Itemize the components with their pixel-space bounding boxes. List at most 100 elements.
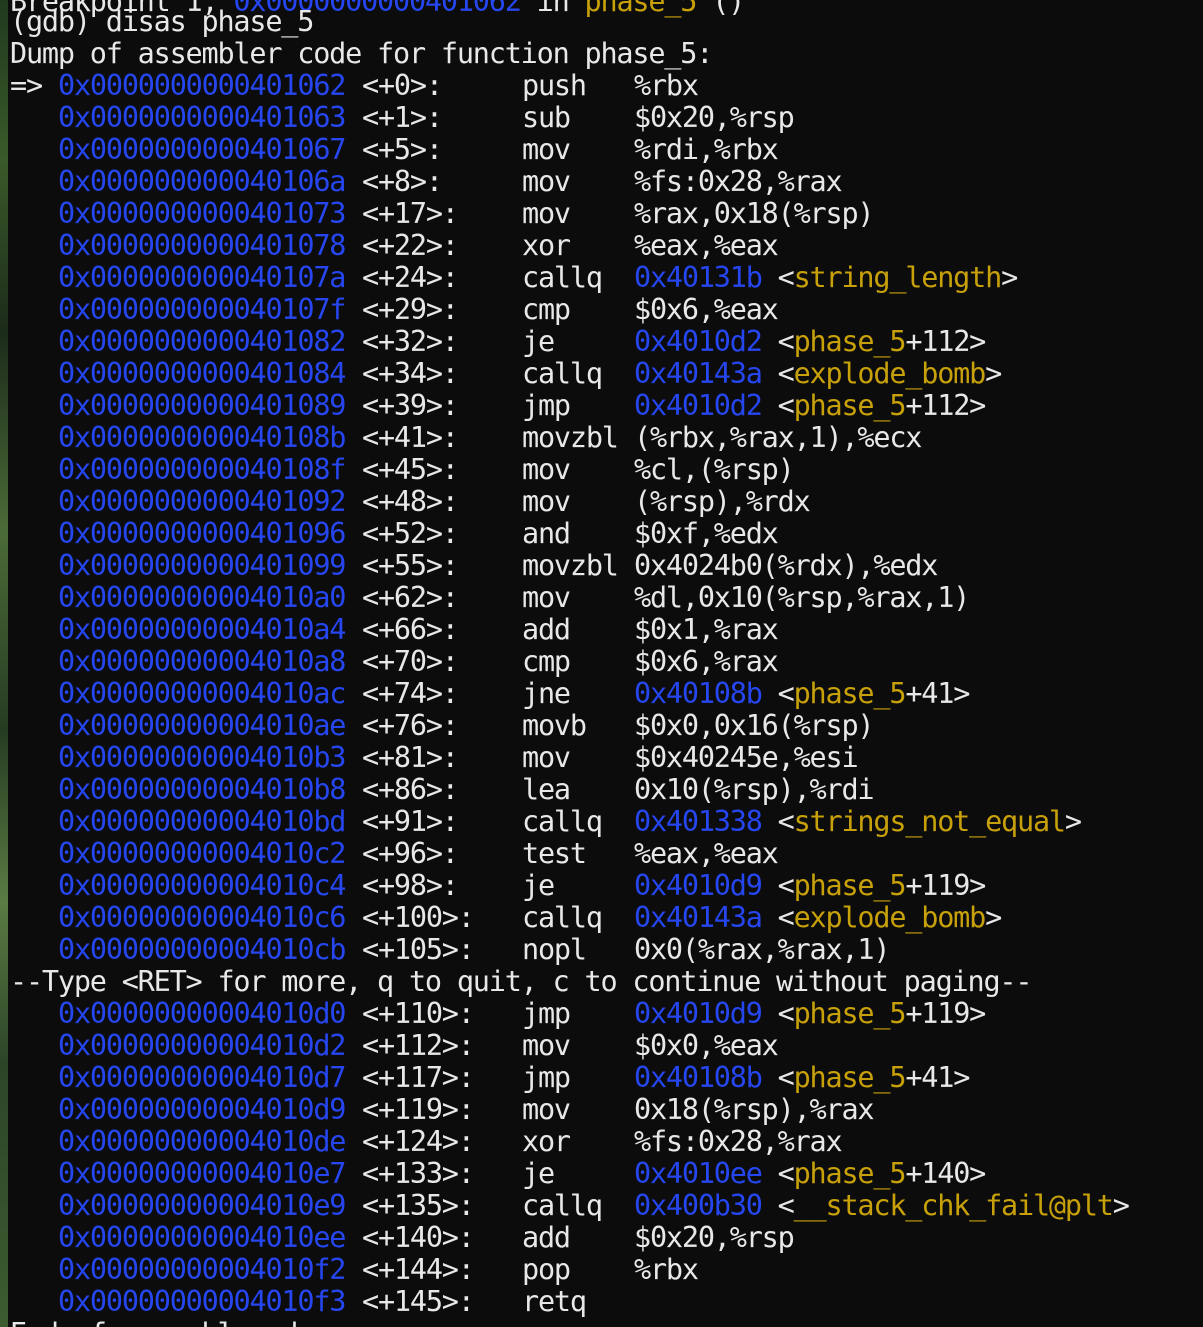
instruction-operand: 0x4010d2 <phase_5+112> bbox=[634, 389, 986, 422]
jump-target-symbol: phase_5 bbox=[793, 869, 907, 902]
instruction-address: 0x000000000040107f bbox=[58, 293, 346, 326]
instruction-mnemonic: mov bbox=[522, 197, 571, 230]
instruction-address: 0x0000000000401096 bbox=[58, 517, 346, 550]
instruction-address: 0x00000000004010d9 bbox=[58, 1093, 346, 1126]
instruction-mnemonic: callq bbox=[522, 805, 603, 838]
jump-target-address: 0x40143a bbox=[634, 357, 763, 390]
instruction-offset: <+32>: bbox=[362, 325, 459, 358]
instruction-mnemonic: cmp bbox=[522, 645, 571, 678]
instruction-mnemonic: mov bbox=[522, 1029, 571, 1062]
instruction-offset: <+1>: bbox=[362, 101, 443, 134]
instruction-address: 0x0000000000401073 bbox=[58, 197, 346, 230]
instruction-offset: <+17>: bbox=[362, 197, 459, 230]
instruction-address: 0x00000000004010bd bbox=[58, 805, 346, 838]
instruction-operand: $0x20,%rsp bbox=[634, 101, 795, 134]
instruction-mnemonic: callq bbox=[522, 1189, 603, 1222]
desktop-background-strip bbox=[0, 0, 8, 1327]
instruction-operand: 0x0(%rax,%rax,1) bbox=[634, 933, 891, 966]
instruction-address: 0x00000000004010c6 bbox=[58, 901, 346, 934]
instruction-offset: <+105>: bbox=[362, 933, 475, 966]
instruction-address: 0x0000000000401063 bbox=[58, 101, 346, 134]
instruction-address: 0x00000000004010b3 bbox=[58, 741, 346, 774]
instruction-mnemonic: xor bbox=[522, 229, 571, 262]
instruction-offset: <+119>: bbox=[362, 1093, 475, 1126]
instruction-operand: 0x10(%rsp),%rdi bbox=[634, 773, 875, 806]
instruction-address: 0x00000000004010ee bbox=[58, 1221, 346, 1254]
instruction-mnemonic: pop bbox=[522, 1253, 571, 1286]
instruction-mnemonic: add bbox=[522, 613, 571, 646]
instruction-mnemonic: jmp bbox=[522, 997, 571, 1030]
instruction-mnemonic: je bbox=[522, 869, 555, 902]
instruction-mnemonic: mov bbox=[522, 741, 571, 774]
terminal-window: Breakpoint 1, 0x0000000000401062 in phas… bbox=[0, 0, 1203, 1327]
instruction-offset: <+74>: bbox=[362, 677, 459, 710]
jump-target-offset: +140 bbox=[905, 1157, 970, 1190]
instruction-mnemonic: jmp bbox=[522, 389, 571, 422]
instruction-mnemonic: test bbox=[522, 837, 587, 870]
instruction-mnemonic: mov bbox=[522, 453, 571, 486]
instruction-address: 0x0000000000401078 bbox=[58, 229, 346, 262]
instruction-offset: <+55>: bbox=[362, 549, 459, 582]
instruction-mnemonic: callq bbox=[522, 901, 603, 934]
instruction-mnemonic: callq bbox=[522, 261, 603, 294]
instruction-address: 0x00000000004010f3 bbox=[58, 1285, 346, 1318]
instruction-offset: <+145>: bbox=[362, 1285, 475, 1318]
instruction-mnemonic: cmp bbox=[522, 293, 571, 326]
instruction-operand: 0x401338 <strings_not_equal> bbox=[634, 805, 1082, 838]
instruction-mnemonic: jne bbox=[522, 677, 571, 710]
instruction-offset: <+96>: bbox=[362, 837, 459, 870]
jump-target-address: 0x401338 bbox=[634, 805, 763, 838]
instruction-operand: $0x1,%rax bbox=[634, 613, 779, 646]
instruction-offset: <+76>: bbox=[362, 709, 459, 742]
instruction-offset: <+39>: bbox=[362, 389, 459, 422]
instruction-offset: <+110>: bbox=[362, 997, 475, 1030]
jump-target-address: 0x40108b bbox=[634, 1061, 763, 1094]
instruction-operand: %rdi,%rbx bbox=[634, 133, 779, 166]
instruction-offset: <+98>: bbox=[362, 869, 459, 902]
jump-target-symbol: phase_5 bbox=[793, 997, 907, 1030]
gdb-terminal-output[interactable]: Breakpoint 1, 0x0000000000401062 in phas… bbox=[10, 0, 1203, 1327]
breakpoint-function: phase_5 bbox=[584, 0, 698, 18]
instruction-operand: $0xf,%edx bbox=[634, 517, 779, 550]
instruction-operand: %eax,%eax bbox=[634, 229, 779, 262]
instruction-address: 0x000000000040108b bbox=[58, 421, 346, 454]
instruction-address: 0x00000000004010d2 bbox=[58, 1029, 346, 1062]
instruction-mnemonic: mov bbox=[522, 165, 571, 198]
instruction-mnemonic: retq bbox=[522, 1285, 587, 1318]
instruction-address: 0x00000000004010a0 bbox=[58, 581, 346, 614]
instruction-mnemonic: je bbox=[522, 325, 555, 358]
breakpoint-mid: in bbox=[520, 0, 585, 18]
instruction-operand: $0x6,%rax bbox=[634, 645, 779, 678]
instruction-operand: %fs:0x28,%rax bbox=[634, 165, 843, 198]
jump-target-symbol: phase_5 bbox=[793, 389, 907, 422]
instruction-offset: <+22>: bbox=[362, 229, 459, 262]
instruction-address: 0x000000000040106a bbox=[58, 165, 346, 198]
instruction-offset: <+133>: bbox=[362, 1157, 475, 1190]
instruction-mnemonic: lea bbox=[522, 773, 571, 806]
jump-target-address: 0x40143a bbox=[634, 901, 763, 934]
instruction-offset: <+29>: bbox=[362, 293, 459, 326]
instruction-address: 0x00000000004010d7 bbox=[58, 1061, 346, 1094]
instruction-mnemonic: je bbox=[522, 1157, 555, 1190]
jump-target-address: 0x4010d9 bbox=[634, 869, 763, 902]
instruction-offset: <+140>: bbox=[362, 1221, 475, 1254]
instruction-offset: <+135>: bbox=[362, 1189, 475, 1222]
jump-target-symbol: phase_5 bbox=[793, 677, 907, 710]
jump-target-address: 0x40108b bbox=[634, 677, 763, 710]
instruction-address: 0x00000000004010de bbox=[58, 1125, 346, 1158]
instruction-operand: %fs:0x28,%rax bbox=[634, 1125, 843, 1158]
instruction-address: 0x00000000004010cb bbox=[58, 933, 346, 966]
instruction-offset: <+34>: bbox=[362, 357, 459, 390]
instruction-address: 0x0000000000401067 bbox=[58, 133, 346, 166]
instruction-mnemonic: sub bbox=[522, 101, 571, 134]
instruction-offset: <+0>: bbox=[362, 69, 443, 102]
instruction-operand: 0x400b30 <__stack_chk_fail@plt> bbox=[634, 1189, 1130, 1222]
instruction-mnemonic: callq bbox=[522, 357, 603, 390]
instruction-address: 0x00000000004010c2 bbox=[58, 837, 346, 870]
jump-target-offset: +119 bbox=[905, 997, 970, 1030]
instruction-address: 0x0000000000401084 bbox=[58, 357, 346, 390]
instruction-offset: <+112>: bbox=[362, 1029, 475, 1062]
instruction-operand: $0x0,%eax bbox=[634, 1029, 779, 1062]
jump-target-address: 0x4010d2 bbox=[634, 325, 763, 358]
instruction-mnemonic: movb bbox=[522, 709, 587, 742]
